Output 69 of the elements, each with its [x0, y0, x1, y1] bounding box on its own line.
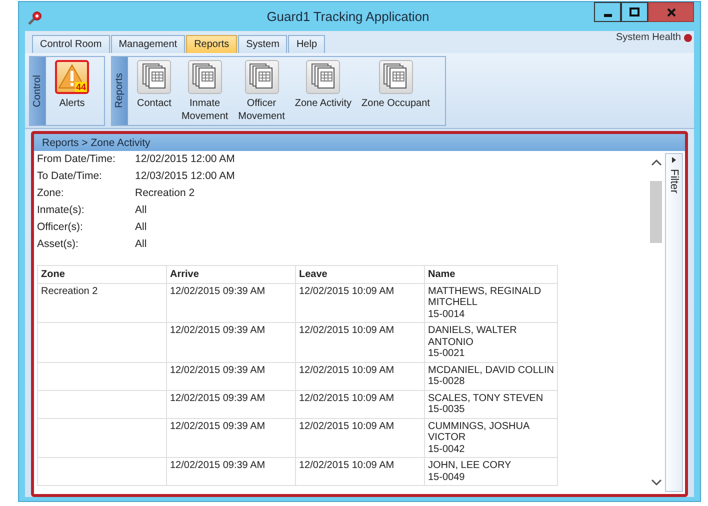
ribbon-tab[interactable]: Management — [110, 34, 186, 53]
report-button[interactable]: Zone Occupant — [358, 60, 433, 125]
criteria-label: Zone: — [37, 186, 65, 201]
maximize-icon — [629, 7, 640, 17]
criteria-value: All — [135, 237, 148, 252]
table-cell: MATTHEWS, REGINALD MITCHELL 15-0014 — [424, 283, 558, 322]
report-icon — [310, 63, 336, 90]
maximize-button[interactable] — [621, 2, 648, 22]
filter-panel-tab[interactable]: Filter — [665, 153, 683, 492]
table-cell: 12/02/2015 09:39 AM — [166, 322, 296, 362]
close-button[interactable] — [648, 2, 694, 22]
report-button[interactable]: Officer Movement — [235, 60, 288, 125]
criteria-value: Recreation 2 — [135, 186, 196, 201]
criteria-value: All — [135, 220, 148, 235]
system-health-label: System Health — [616, 32, 681, 43]
scroll-down-icon — [650, 478, 662, 486]
criteria-value: 12/03/2015 12:00 AM — [135, 169, 236, 184]
table-cell: 12/02/2015 10:09 AM — [296, 322, 424, 362]
report-icon — [142, 63, 167, 90]
criteria-value: All — [135, 203, 148, 218]
ribbon-tab[interactable]: Control Room — [32, 34, 110, 53]
ribbon-tab[interactable]: System — [238, 34, 288, 53]
criteria-label: Officer(s): — [37, 220, 84, 235]
status-dot — [684, 34, 692, 42]
report-icon — [192, 63, 218, 90]
criteria-label: Asset(s): — [37, 237, 80, 252]
table-cell: 12/02/2015 10:09 AM — [296, 418, 424, 458]
column-header: Zone — [38, 266, 166, 283]
criteria-value: 12/02/2015 12:00 AM — [135, 152, 236, 167]
window-title: Guard1 Tracking Application — [266, 9, 430, 24]
close-icon — [666, 8, 676, 16]
table-cell: 12/02/2015 09:39 AM — [166, 283, 296, 322]
table-cell: 12/02/2015 10:09 AM — [296, 362, 424, 390]
minimize-icon — [604, 14, 612, 16]
table-cell: 12/02/2015 09:39 AM — [166, 418, 296, 458]
table-cell: CUMMINGS, JOSHUA VICTOR 15-0042 — [424, 418, 558, 458]
table-cell: MCDANIEL, DAVID COLLIN 15-0028 — [424, 362, 558, 390]
table-cell: 12/02/2015 09:39 AM — [166, 362, 296, 390]
ribbon-group-label: Control — [32, 74, 43, 107]
table-cell: DANIELS, WALTER ANTONIO 15-0021 — [424, 322, 558, 362]
report-button[interactable]: Contact — [134, 60, 174, 125]
table-cell: 12/02/2015 10:09 AM — [296, 283, 424, 322]
column-header: Name — [424, 266, 558, 283]
report-button[interactable]: Zone Activity — [292, 60, 355, 125]
table-cell: Recreation 2 — [38, 283, 166, 322]
criteria-label: To Date/Time: — [37, 169, 103, 184]
table-cell: 12/02/2015 09:39 AM — [166, 390, 296, 418]
ribbon-tab[interactable]: Help — [288, 34, 326, 53]
column-header: Arrive — [166, 266, 296, 283]
breadcrumb: Reports > Zone Activity — [42, 136, 150, 148]
criteria-label: Inmate(s): — [37, 203, 86, 218]
table-cell: 12/02/2015 09:39 AM — [166, 458, 296, 486]
table-cell: SCALES, TONY STEVEN 15-0035 — [424, 390, 558, 418]
report-icon — [383, 63, 408, 90]
scrollbar-thumb[interactable] — [650, 181, 662, 243]
criteria-label: From Date/Time: — [37, 152, 116, 167]
table-cell: 12/02/2015 10:09 AM — [296, 458, 424, 486]
ribbon-tab[interactable]: Reports — [186, 34, 238, 53]
ribbon-group-label: Reports — [114, 73, 125, 108]
minimize-button[interactable] — [594, 2, 621, 22]
column-header: Leave — [296, 266, 424, 283]
table-cell: JOHN, LEE CORY 15-0049 — [424, 458, 558, 486]
expand-arrow-icon — [671, 156, 677, 164]
app-logo-icon — [27, 10, 42, 26]
report-button[interactable]: Inmate Movement — [178, 60, 232, 125]
report-icon — [249, 63, 274, 90]
scroll-up-icon — [650, 159, 662, 167]
table-cell: 12/02/2015 10:09 AM — [296, 390, 424, 418]
alerts-button[interactable]: 44 Alerts — [52, 60, 92, 125]
